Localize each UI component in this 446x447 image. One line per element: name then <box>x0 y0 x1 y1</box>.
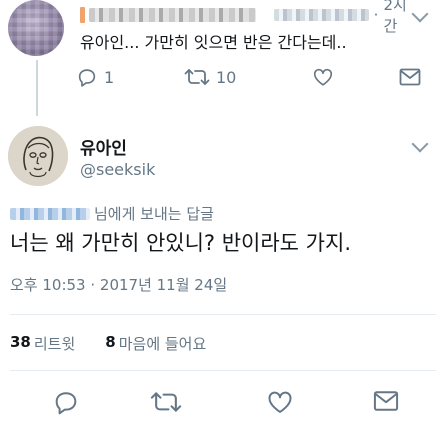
parent-retweet-button[interactable]: 10 <box>184 66 236 88</box>
parent-handle-redacted[interactable] <box>274 9 369 21</box>
main-action-bar <box>0 388 446 420</box>
parent-like-button[interactable] <box>312 66 334 88</box>
likes-count: 8 <box>105 333 116 351</box>
retweets-count: 38 <box>10 333 31 351</box>
reply-icon <box>55 392 77 415</box>
reply-to-label: 님에게 보내는 답글 <box>94 205 214 223</box>
parent-name-accent <box>80 7 85 23</box>
parent-tweet-text: 유아인... 가만히 잇으면 반은 간다는데.. <box>80 33 347 52</box>
retweets-label: 리트윗 <box>33 335 76 353</box>
reply-to-line: 님에게 보내는 답글 <box>10 203 214 224</box>
chevron-down-icon[interactable] <box>411 135 429 153</box>
likes-stat[interactable]: 8 마음에 들어요 <box>105 333 206 354</box>
likes-label: 마음에 들어요 <box>118 335 207 353</box>
retweet-icon <box>184 69 210 85</box>
envelope-icon <box>399 68 421 86</box>
parent-reply-button[interactable]: 1 <box>76 66 114 88</box>
retweet-icon <box>150 392 182 412</box>
divider <box>10 370 436 371</box>
reply-icon <box>78 69 96 87</box>
parent-display-name-redacted[interactable] <box>88 8 257 22</box>
like-button[interactable] <box>266 388 294 416</box>
parent-action-bar: 1 10 <box>76 66 436 94</box>
parent-retweet-count: 10 <box>216 67 237 87</box>
parent-time-separator: · <box>373 6 379 24</box>
tweet-timestamp[interactable]: 오후 10:53 · 2017년 11월 24일 <box>10 274 227 295</box>
avatar-sketch-face <box>8 126 68 186</box>
main-handle[interactable]: @seeksik <box>80 160 155 179</box>
main-display-name[interactable]: 유아인 <box>80 134 127 159</box>
parent-reply-count: 1 <box>104 67 115 87</box>
parent-avatar[interactable] <box>8 0 64 56</box>
retweet-button[interactable] <box>150 388 182 416</box>
heart-icon <box>268 391 292 413</box>
heart-icon <box>313 68 333 86</box>
dm-button[interactable] <box>372 388 400 414</box>
parent-tweet-header: · 2시간 <box>80 0 420 35</box>
reply-button[interactable] <box>52 388 80 416</box>
main-tweet-text: 너는 왜 가만히 안있니? 반이라도 가지. <box>10 231 351 255</box>
reply-to-user-redacted[interactable] <box>10 207 90 220</box>
tweet-stats: 38 리트윗 8 마음에 들어요 <box>10 333 236 354</box>
envelope-icon <box>373 391 399 411</box>
thread-connector-line <box>36 60 38 116</box>
parent-dm-button[interactable] <box>398 66 422 88</box>
retweets-stat[interactable]: 38 리트윗 <box>10 333 75 354</box>
main-avatar[interactable] <box>8 126 68 186</box>
divider <box>10 314 436 315</box>
